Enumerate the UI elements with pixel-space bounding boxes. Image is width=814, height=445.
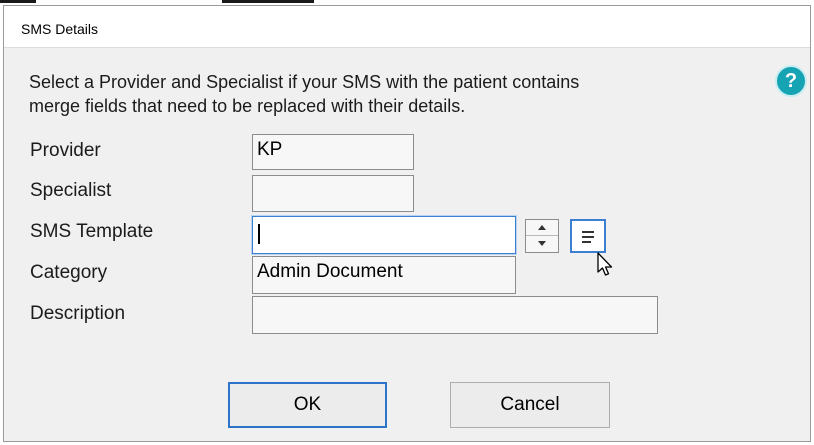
help-glyph: ? bbox=[784, 70, 798, 92]
sms-template-input[interactable] bbox=[252, 216, 516, 254]
mouse-pointer-icon bbox=[597, 252, 613, 276]
chevron-up-icon bbox=[538, 225, 546, 230]
list-icon-line bbox=[582, 231, 594, 233]
specialist-label: Specialist bbox=[30, 180, 112, 201]
title-bar: SMS Details bbox=[4, 6, 810, 48]
description-label: Description bbox=[30, 303, 126, 324]
category-label: Category bbox=[30, 262, 108, 283]
instructions-text: Select a Provider and Specialist if your… bbox=[29, 70, 729, 118]
specialist-field[interactable] bbox=[252, 175, 414, 212]
spinner-up-button[interactable] bbox=[526, 220, 558, 236]
chevron-down-icon bbox=[538, 241, 546, 246]
template-list-button[interactable] bbox=[570, 219, 606, 253]
provider-label: Provider bbox=[30, 140, 101, 161]
ok-button[interactable]: OK bbox=[228, 382, 387, 428]
background-edge bbox=[222, 0, 314, 3]
dialog-content: Select a Provider and Specialist if your… bbox=[4, 48, 810, 441]
instructions-line-2: merge fields that need to be replaced wi… bbox=[29, 96, 466, 116]
sms-template-label: SMS Template bbox=[30, 221, 154, 242]
instructions-line-1: Select a Provider and Specialist if your… bbox=[29, 72, 580, 92]
text-caret bbox=[258, 224, 260, 244]
list-icon-line bbox=[582, 241, 591, 243]
provider-field[interactable]: KP bbox=[252, 134, 414, 170]
description-field[interactable] bbox=[252, 296, 658, 334]
spinner-down-button[interactable] bbox=[526, 236, 558, 252]
category-field[interactable]: Admin Document bbox=[252, 256, 516, 294]
window-title: SMS Details bbox=[21, 21, 99, 37]
category-value: Admin Document bbox=[257, 261, 403, 282]
background-edge bbox=[0, 0, 36, 3]
cancel-button[interactable]: Cancel bbox=[450, 382, 610, 428]
list-icon-line bbox=[582, 236, 594, 238]
provider-value: KP bbox=[257, 139, 283, 160]
sms-details-dialog: SMS Details Select a Provider and Specia… bbox=[3, 5, 811, 442]
help-icon[interactable]: ? bbox=[775, 65, 807, 97]
sms-template-spinner[interactable] bbox=[525, 219, 559, 253]
